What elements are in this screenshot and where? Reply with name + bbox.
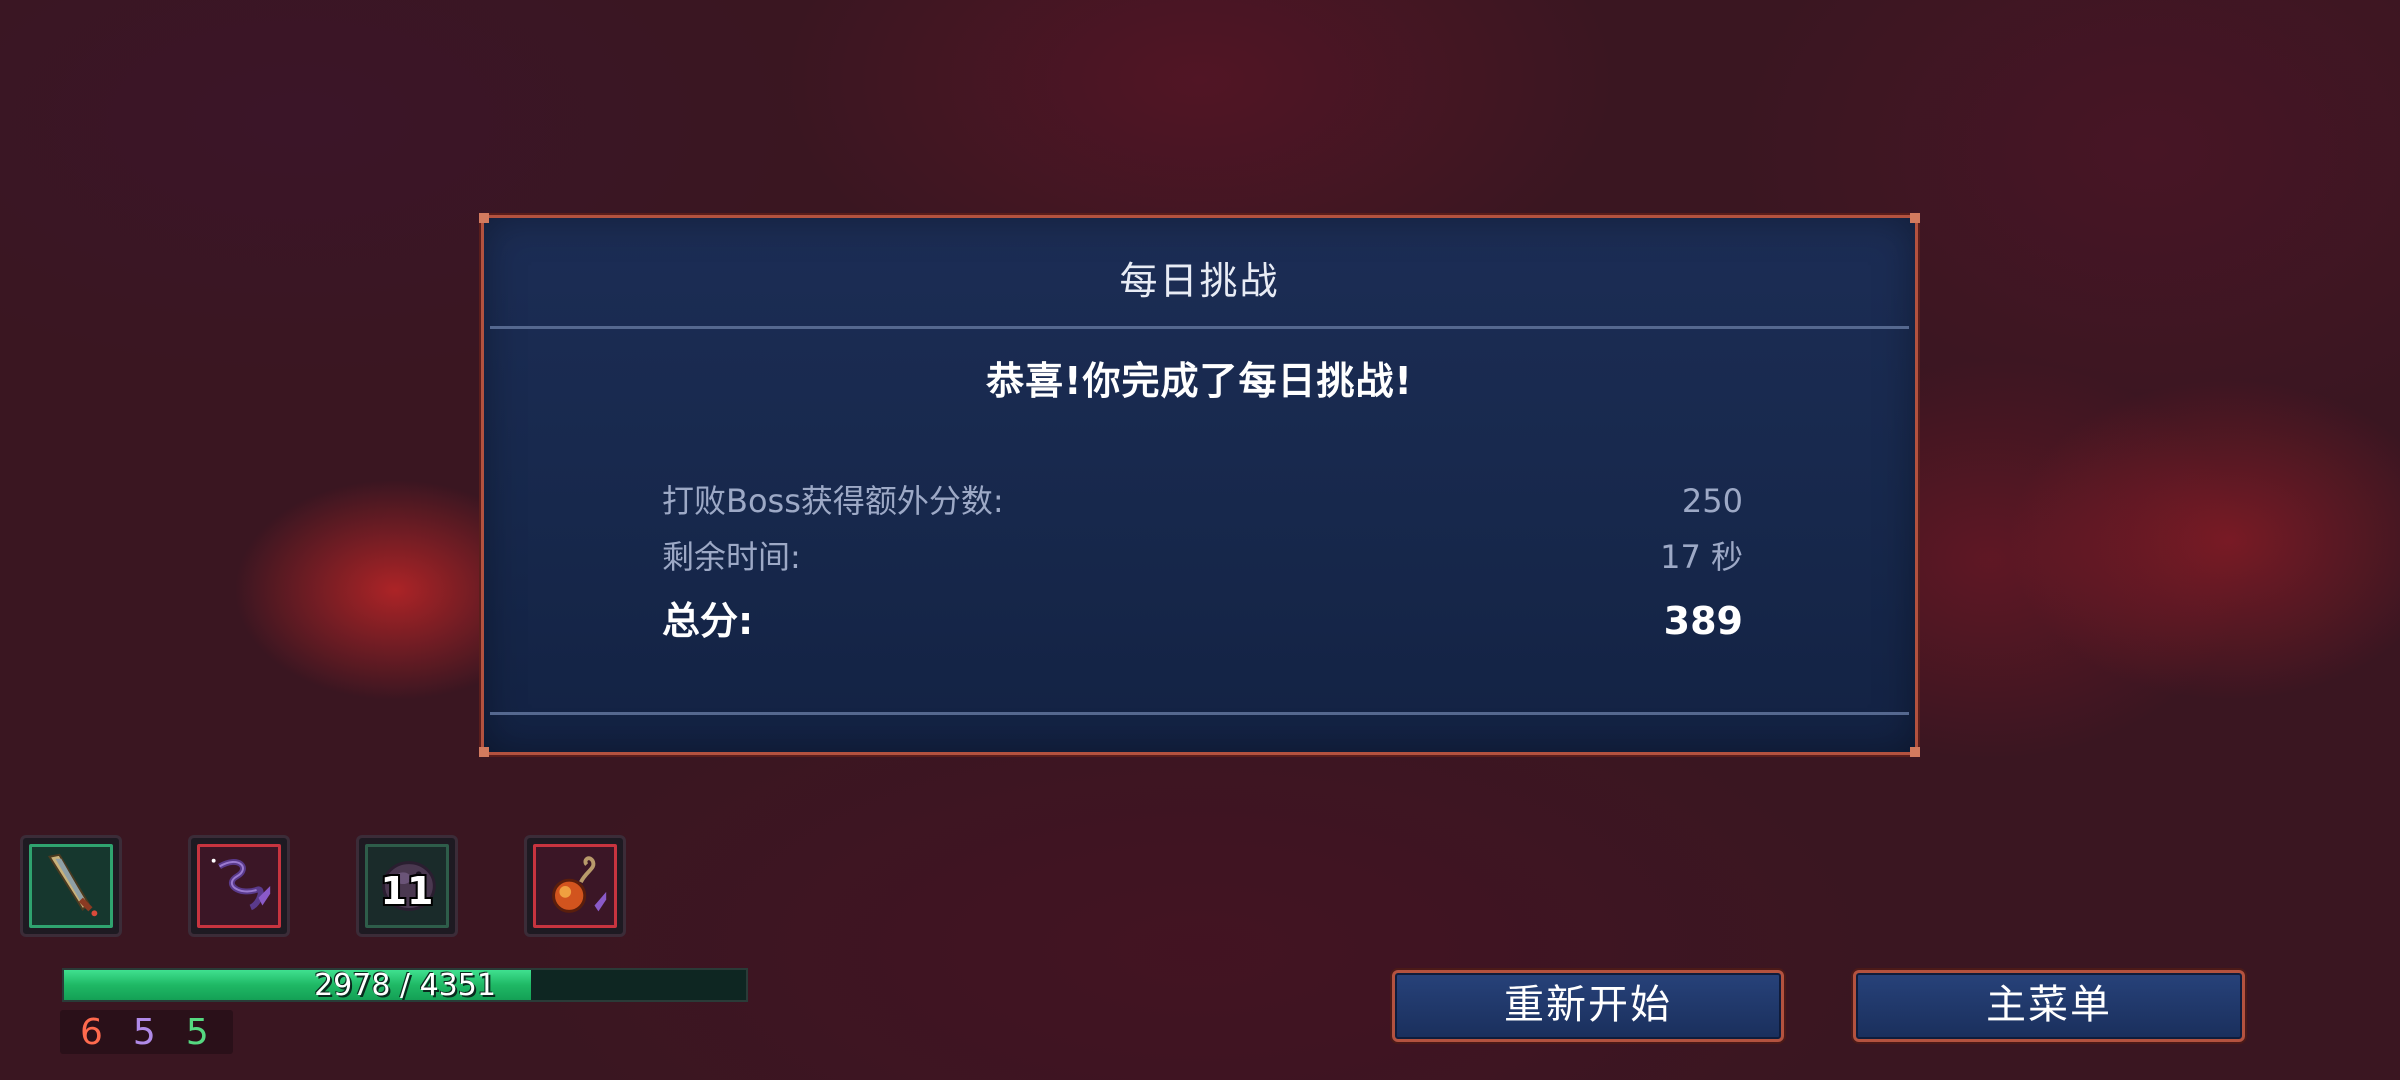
frame-corner <box>479 747 489 757</box>
total-score-row: 总分: 389 <box>662 590 1743 645</box>
frame-corner <box>1910 747 1920 757</box>
survival-stat: 5 <box>185 1011 209 1053</box>
total-score-label: 总分: <box>662 599 754 643</box>
item-slot-3[interactable]: 11 <box>356 835 458 937</box>
item-slot-4[interactable] <box>524 835 626 937</box>
health-bar: 2978 / 4351 <box>62 968 748 1002</box>
frame-corner <box>479 213 489 223</box>
brutality-stat: 6 <box>80 1011 103 1053</box>
time-left-row: 剩余时间: 17 秒 <box>662 532 1743 578</box>
boss-bonus-value: 250 <box>1681 482 1743 520</box>
divider <box>490 326 1909 329</box>
boss-bonus-label: 打败Boss获得额外分数: <box>662 482 1004 520</box>
restart-button[interactable]: 重新开始 <box>1392 970 1784 1042</box>
whip-icon <box>211 858 271 911</box>
frame-corner <box>1910 213 1920 223</box>
daily-challenge-dialog: 每日挑战 恭喜!你完成了每日挑战! 打败Boss获得额外分数: 250 剩余时间… <box>479 213 1920 757</box>
boss-bonus-row: 打败Boss获得额外分数: 250 <box>662 476 1743 522</box>
scroll-stats: 6 5 5 <box>60 1010 233 1054</box>
dialog-title: 每日挑战 <box>1119 259 1280 303</box>
health-text: 2978 / 4351 <box>314 968 496 1002</box>
tactics-stat: 5 <box>132 1011 156 1053</box>
divider <box>490 712 1909 715</box>
sword-icon <box>47 853 98 917</box>
time-left-label: 剩余时间: <box>662 538 801 576</box>
item-count: 11 <box>380 869 434 913</box>
item-slot-1[interactable] <box>20 835 122 937</box>
fire-orb-icon <box>552 856 607 913</box>
time-left-value: 17 秒 <box>1660 538 1743 576</box>
congrats-message: 恭喜!你完成了每日挑战! <box>986 359 1413 403</box>
total-score-value: 389 <box>1663 599 1743 643</box>
item-slot-2[interactable] <box>188 835 290 937</box>
main-menu-button[interactable]: 主菜单 <box>1853 970 2245 1042</box>
